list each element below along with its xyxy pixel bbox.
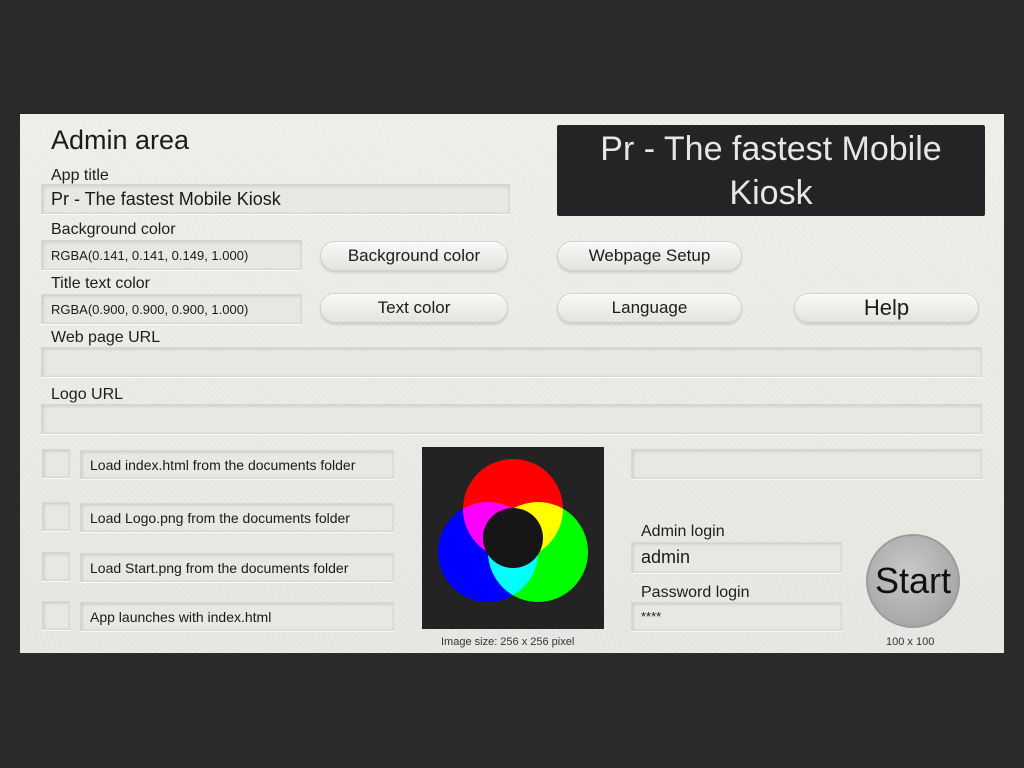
webpage-setup-button[interactable]: Webpage Setup xyxy=(557,241,742,271)
admin-login-input[interactable]: admin xyxy=(631,542,842,573)
option-checkbox-3[interactable] xyxy=(42,552,70,581)
background-color-label: Background color xyxy=(51,221,176,238)
password-login-input[interactable]: **** xyxy=(631,602,842,631)
app-title-input[interactable]: Pr - The fastest Mobile Kiosk xyxy=(41,184,510,214)
background-color-input[interactable]: RGBA(0.141, 0.141, 0.149, 1.000) xyxy=(41,240,302,270)
logo-preview[interactable] xyxy=(422,447,604,629)
password-login-label: Password login xyxy=(641,584,750,601)
option-label-2: Load Logo.png from the documents folder xyxy=(80,503,394,532)
start-button[interactable]: Start xyxy=(866,534,960,628)
title-preview: Pr - The fastest Mobile Kiosk xyxy=(557,125,985,216)
title-text-color-label: Title text color xyxy=(51,275,150,292)
logo-size-caption: Image size: 256 x 256 pixel xyxy=(441,636,575,648)
title-preview-text: Pr - The fastest Mobile Kiosk xyxy=(600,129,942,212)
admin-login-label: Admin login xyxy=(641,523,725,540)
option-label-1: Load index.html from the documents folde… xyxy=(80,450,394,479)
start-size-caption: 100 x 100 xyxy=(886,636,935,648)
admin-heading: Admin area xyxy=(51,125,190,155)
extra-input[interactable] xyxy=(631,449,982,479)
option-label-4: App launches with index.html xyxy=(80,602,394,631)
option-checkbox-2[interactable] xyxy=(42,502,70,531)
option-label-3: Load Start.png from the documents folder xyxy=(80,553,394,582)
web-page-url-label: Web page URL xyxy=(51,329,161,346)
option-checkbox-1[interactable] xyxy=(42,449,70,478)
option-checkbox-4[interactable] xyxy=(42,601,70,630)
logo-url-input[interactable] xyxy=(41,404,982,434)
logo-url-label: Logo URL xyxy=(51,386,124,403)
app-title-label: App title xyxy=(51,167,109,184)
help-button[interactable]: Help xyxy=(794,293,979,323)
background-color-button[interactable]: Background color xyxy=(320,241,508,271)
color-wheel-logo-icon xyxy=(433,458,593,618)
web-page-url-input[interactable] xyxy=(41,347,982,377)
text-color-button[interactable]: Text color xyxy=(320,293,508,323)
title-text-color-input[interactable]: RGBA(0.900, 0.900, 0.900, 1.000) xyxy=(41,294,302,324)
language-button[interactable]: Language xyxy=(557,293,742,323)
admin-panel: Admin area Pr - The fastest Mobile Kiosk… xyxy=(20,114,1004,653)
